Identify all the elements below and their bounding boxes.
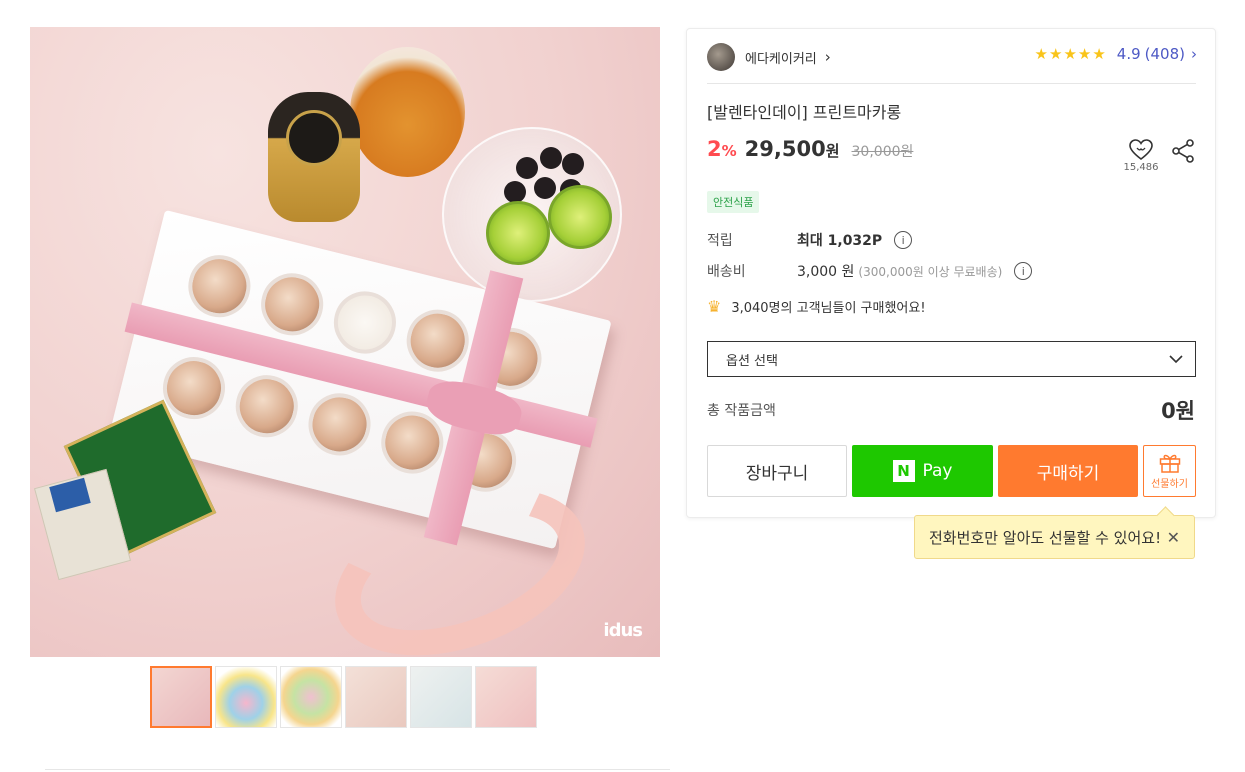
- buy-now-button[interactable]: 구매하기: [998, 445, 1138, 497]
- sale-price: 29,500: [744, 137, 826, 161]
- shipping-free-condition: (300,000원 이상 무료배송): [858, 264, 1003, 279]
- divider: [707, 83, 1196, 84]
- buy-button-label: 구매하기: [1036, 463, 1100, 484]
- favorite-button[interactable]: 15,486: [1119, 139, 1163, 173]
- points-row: 적립 최대 1,032P i: [707, 230, 913, 250]
- price-row: 2 % 29,500 원 30,000원: [707, 137, 913, 161]
- cart-button-label: 장바구니: [745, 463, 809, 484]
- heart-icon: [1129, 139, 1153, 161]
- safety-badge: 안전식품: [707, 191, 760, 213]
- gift-button-label: 선물하기: [1151, 478, 1188, 490]
- info-icon[interactable]: i: [894, 231, 913, 249]
- add-to-cart-button[interactable]: 장바구니: [707, 445, 847, 497]
- shipping-row: 배송비 3,000 원 (300,000원 이상 무료배송) i: [707, 261, 1033, 281]
- shipping-value: 3,000 원: [797, 264, 855, 280]
- option-select-placeholder: 옵션 선택: [726, 353, 778, 369]
- iced-tea-glass: [350, 47, 465, 177]
- idus-watermark: idus: [603, 620, 643, 641]
- thumbnail-6[interactable]: [475, 666, 537, 728]
- total-price-value: 0원: [1161, 399, 1195, 423]
- points-value: 최대 1,032P: [797, 233, 883, 249]
- option-select[interactable]: 옵션 선택: [707, 341, 1196, 377]
- naver-pay-logo-icon: N: [892, 460, 915, 482]
- seller-avatar: [707, 43, 735, 71]
- buyers-text: 3,040명의 고객님들이 구매했어요!: [731, 301, 926, 316]
- main-product-image[interactable]: idus: [30, 27, 660, 657]
- original-price: 30,000원: [851, 144, 914, 160]
- product-info-panel: 에다케이커리 › ★★★★★ 4.9 (408) › [발렌타인데이] 프린트마…: [686, 28, 1216, 518]
- share-icon: [1172, 139, 1194, 163]
- naver-pay-label: Pay: [922, 461, 953, 481]
- seller-link[interactable]: 에다케이커리 ›: [707, 43, 831, 71]
- star-rating-icon: ★★★★★: [1034, 45, 1107, 63]
- crown-icon: ♛: [707, 297, 722, 316]
- rating-score: 4.9: [1116, 45, 1141, 63]
- thumbnail-5[interactable]: [410, 666, 472, 728]
- thumbnail-2[interactable]: [215, 666, 277, 728]
- thumbnail-1[interactable]: [150, 666, 212, 728]
- section-divider: [45, 769, 670, 770]
- seller-name: 에다케이커리: [745, 51, 817, 67]
- naver-pay-button[interactable]: N Pay: [852, 445, 993, 497]
- shipping-label: 배송비: [707, 264, 746, 280]
- discount-unit: %: [721, 142, 737, 160]
- total-price-label: 총 작품금액: [707, 403, 776, 419]
- thumbnail-3[interactable]: [280, 666, 342, 728]
- glass-bowl: [442, 127, 622, 302]
- favorite-count: 15,486: [1123, 162, 1159, 173]
- close-icon[interactable]: ✕: [1167, 528, 1180, 547]
- info-icon[interactable]: i: [1014, 262, 1033, 280]
- gift-tooltip: 전화번호만 알아도 선물할 수 있어요! ✕: [914, 515, 1195, 559]
- chevron-right-icon: ›: [1191, 45, 1197, 63]
- discount-rate: 2: [707, 137, 722, 161]
- chevron-right-icon: ›: [824, 48, 831, 66]
- mustard-jar: [268, 92, 360, 222]
- points-label: 적립: [707, 233, 733, 249]
- thumbnail-strip: [150, 666, 537, 728]
- gift-button[interactable]: 선물하기: [1143, 445, 1196, 497]
- chevron-down-icon: [1169, 354, 1183, 363]
- buyers-notice: ♛ 3,040명의 고객님들이 구매했어요!: [707, 297, 926, 316]
- gift-icon: [1159, 454, 1180, 473]
- thumbnail-4[interactable]: [345, 666, 407, 728]
- gift-tooltip-text: 전화번호만 알아도 선물할 수 있어요!: [929, 528, 1162, 547]
- rating-link[interactable]: ★★★★★ 4.9 (408) ›: [1035, 45, 1197, 63]
- price-unit: 원: [825, 142, 840, 160]
- share-button[interactable]: [1171, 139, 1195, 167]
- product-title: [발렌타인데이] 프린트마카롱: [707, 103, 902, 122]
- review-count: (408): [1144, 45, 1185, 63]
